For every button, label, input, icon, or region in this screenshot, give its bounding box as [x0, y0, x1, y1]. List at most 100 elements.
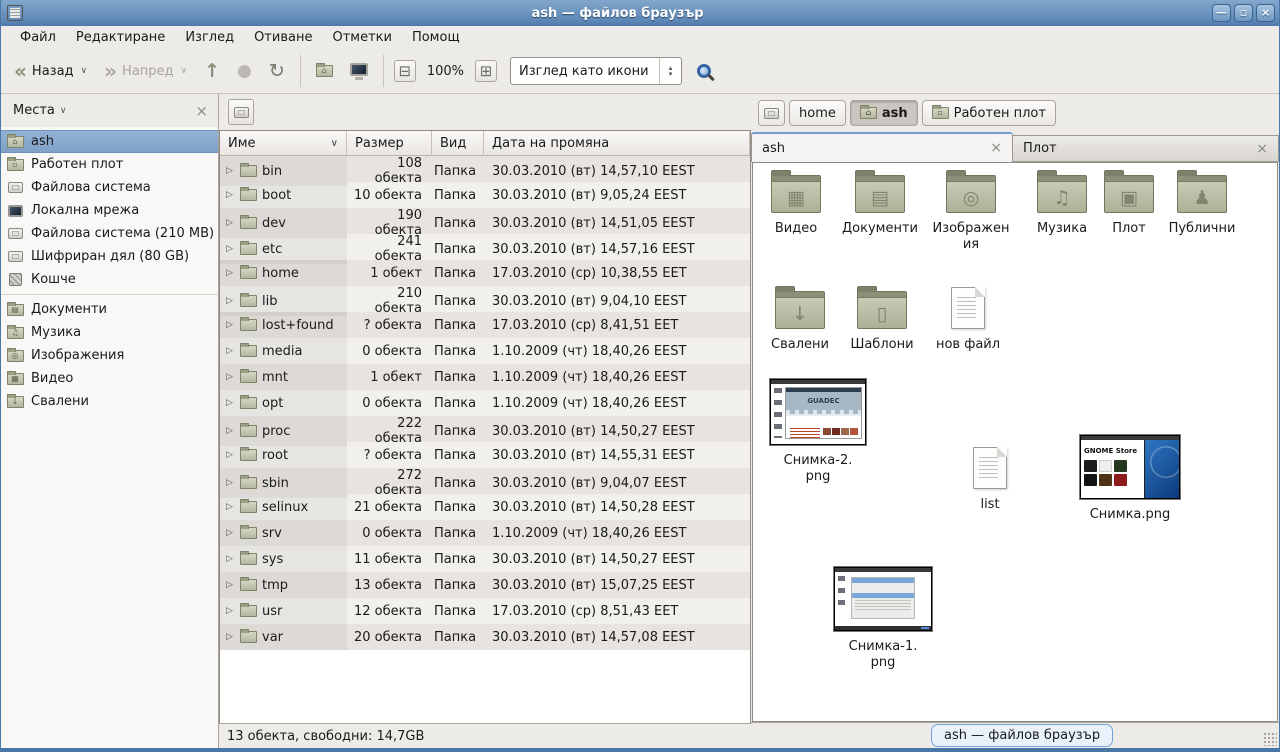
sidebar-pane-selector[interactable]: Места ∨: [13, 103, 67, 118]
back-dropdown-icon[interactable]: ∨: [81, 66, 88, 76]
view-mode-select[interactable]: Изглед като икони ▴▾: [510, 57, 682, 85]
image-item-snimka-2[interactable]: GUADEC Снимка-2.png: [768, 379, 868, 484]
menu-edit[interactable]: Редактиране: [67, 28, 174, 47]
table-row[interactable]: ▷selinux21 обектаПапка30.03.2010 (вт) 14…: [220, 494, 750, 520]
close-button[interactable]: ×: [1256, 4, 1275, 22]
menu-bookmarks[interactable]: Отметки: [323, 28, 400, 47]
expander-icon[interactable]: ▷: [226, 320, 235, 330]
column-header-name[interactable]: Име ∨: [220, 131, 347, 156]
expander-icon[interactable]: ▷: [226, 372, 235, 382]
breadcrumb-root-button[interactable]: [758, 100, 785, 126]
zoom-out-button[interactable]: ⊟: [394, 60, 416, 82]
expander-icon[interactable]: ▷: [226, 244, 235, 254]
tab-close-icon[interactable]: ×: [990, 140, 1002, 156]
file-item-list[interactable]: list: [945, 447, 1035, 513]
expander-icon[interactable]: ▷: [226, 632, 235, 642]
resize-grip[interactable]: [1263, 732, 1277, 746]
sidebar-close-icon[interactable]: ×: [195, 104, 208, 118]
sidebar-item-filesystem-210mb[interactable]: Файлова система (210 MB): [1, 222, 218, 245]
file-item-new-file[interactable]: нов файл: [925, 287, 1011, 353]
expander-icon[interactable]: ▷: [226, 268, 235, 278]
table-row[interactable]: ▷proc222 обектаПапка30.03.2010 (вт) 14,5…: [220, 416, 750, 442]
expander-icon[interactable]: ▷: [226, 528, 235, 538]
location-button[interactable]: [228, 99, 254, 125]
sidebar-item-ash[interactable]: ⌂ ash: [1, 130, 218, 153]
expander-icon[interactable]: ▷: [226, 580, 235, 590]
column-header-type[interactable]: Вид: [432, 131, 484, 156]
table-row[interactable]: ▷mnt1 обектПапка1.10.2009 (чт) 18,40,26 …: [220, 364, 750, 390]
table-row[interactable]: ▷lib210 обектаПапка30.03.2010 (вт) 9,04,…: [220, 286, 750, 312]
folder-item-video[interactable]: ▦ Видео: [753, 175, 839, 237]
expander-icon[interactable]: ▷: [226, 606, 235, 616]
forward-dropdown-icon[interactable]: ∨: [181, 66, 188, 76]
expander-icon[interactable]: ▷: [226, 218, 235, 228]
breadcrumb-desktop-button[interactable]: ▫ Работен плот: [922, 100, 1056, 126]
expander-icon[interactable]: ▷: [226, 190, 235, 200]
icon-view[interactable]: ▦ Видео ▤ Документи ◎ Изображения ♫ Музи…: [752, 162, 1278, 722]
sidebar-item-documents[interactable]: ▤ Документи: [1, 298, 218, 321]
expander-icon[interactable]: ▷: [226, 166, 235, 176]
expander-icon[interactable]: ▷: [226, 554, 235, 564]
folder-item-templates[interactable]: ▯ Шаблони: [839, 291, 925, 353]
expander-icon[interactable]: ▷: [226, 502, 235, 512]
sidebar-item-trash[interactable]: Кошче: [1, 268, 218, 291]
expander-icon[interactable]: ▷: [226, 346, 235, 356]
tab-ash[interactable]: ash ×: [751, 132, 1013, 162]
maximize-button[interactable]: ▫: [1234, 4, 1253, 22]
up-button[interactable]: ↑: [199, 56, 225, 86]
folder-item-documents[interactable]: ▤ Документи: [835, 175, 925, 237]
spinner-icon[interactable]: ▴▾: [659, 58, 681, 84]
sidebar-item-desktop[interactable]: ▫ Работен плот: [1, 153, 218, 176]
table-row[interactable]: ▷etc241 обектаПапка30.03.2010 (вт) 14,57…: [220, 234, 750, 260]
table-row[interactable]: ▷srv0 обектаПапка1.10.2009 (чт) 18,40,26…: [220, 520, 750, 546]
table-row[interactable]: ▷usr12 обектаПапка17.03.2010 (ср) 8,51,4…: [220, 598, 750, 624]
column-header-date[interactable]: Дата на промяна: [484, 131, 750, 156]
folder-item-downloads[interactable]: ↓ Свалени: [757, 291, 843, 353]
zoom-in-button[interactable]: ⊞: [475, 60, 497, 82]
table-row[interactable]: ▷opt0 обектаПапка1.10.2009 (чт) 18,40,26…: [220, 390, 750, 416]
tab-plot[interactable]: Плот ×: [1013, 135, 1279, 161]
sidebar-item-video[interactable]: ▦ Видео: [1, 367, 218, 390]
folder-item-pictures[interactable]: ◎ Изображения: [931, 175, 1011, 252]
table-row[interactable]: ▷lost+found? обектаПапка17.03.2010 (ср) …: [220, 312, 750, 338]
menu-view[interactable]: Изглед: [176, 28, 243, 47]
table-row[interactable]: ▷media0 обектаПапка1.10.2009 (чт) 18,40,…: [220, 338, 750, 364]
expander-icon[interactable]: ▷: [226, 478, 235, 488]
sidebar-item-filesystem[interactable]: Файлова система: [1, 176, 218, 199]
table-row[interactable]: ▷dev190 обектаПапка30.03.2010 (вт) 14,51…: [220, 208, 750, 234]
menu-file[interactable]: Файл: [11, 28, 65, 47]
sidebar-item-pictures[interactable]: ◎ Изображения: [1, 344, 218, 367]
table-row[interactable]: ▷home1 обектПапка17.03.2010 (ср) 10,38,5…: [220, 260, 750, 286]
folder-item-desktop[interactable]: ▣ Плот: [1089, 175, 1169, 237]
table-row[interactable]: ▷var20 обектаПапка30.03.2010 (вт) 14,57,…: [220, 624, 750, 650]
tab-close-icon[interactable]: ×: [1256, 141, 1268, 157]
expander-icon[interactable]: ▷: [226, 296, 235, 306]
title-bar[interactable]: ash — файлов браузър — ▫ ×: [1, 0, 1279, 26]
sidebar-item-music[interactable]: ♫ Музика: [1, 321, 218, 344]
taskbar-window-button[interactable]: ash — файлов браузър: [931, 724, 1113, 747]
image-item-snimka[interactable]: GNOME Store Снимка.png: [1075, 435, 1185, 523]
folder-item-public[interactable]: ♟ Публични: [1159, 175, 1245, 237]
forward-button[interactable]: » Напред ∨: [99, 58, 192, 84]
home-button[interactable]: ⌂: [311, 61, 338, 81]
table-row[interactable]: ▷tmp13 обектаПапка30.03.2010 (вт) 15,07,…: [220, 572, 750, 598]
breadcrumb-ash-button[interactable]: ⌂ ash: [850, 100, 918, 126]
column-header-size[interactable]: Размер: [347, 131, 432, 156]
table-row[interactable]: ▷sys11 обектаПапка30.03.2010 (вт) 14,50,…: [220, 546, 750, 572]
expander-icon[interactable]: ▷: [226, 426, 235, 436]
stop-button[interactable]: ●: [232, 57, 257, 85]
table-row[interactable]: ▷sbin272 обектаПапка30.03.2010 (вт) 9,04…: [220, 468, 750, 494]
sidebar-item-downloads[interactable]: ↓ Свалени: [1, 390, 218, 413]
expander-icon[interactable]: ▷: [226, 450, 235, 460]
menu-go[interactable]: Отиване: [245, 28, 321, 47]
back-button[interactable]: « Назад ∨: [9, 58, 92, 84]
sidebar-item-encrypted-80gb[interactable]: Шифриран дял (80 GB): [1, 245, 218, 268]
computer-button[interactable]: [345, 59, 373, 84]
search-icon[interactable]: [697, 64, 711, 78]
image-item-snimka-1[interactable]: Снимка-1.png: [831, 567, 935, 670]
table-row[interactable]: ▷root? обектаПапка30.03.2010 (вт) 14,55,…: [220, 442, 750, 468]
breadcrumb-home-button[interactable]: home: [789, 100, 846, 126]
expander-icon[interactable]: ▷: [226, 398, 235, 408]
minimize-button[interactable]: —: [1212, 4, 1231, 22]
table-row[interactable]: ▷bin108 обектаПапка30.03.2010 (вт) 14,57…: [220, 156, 750, 182]
